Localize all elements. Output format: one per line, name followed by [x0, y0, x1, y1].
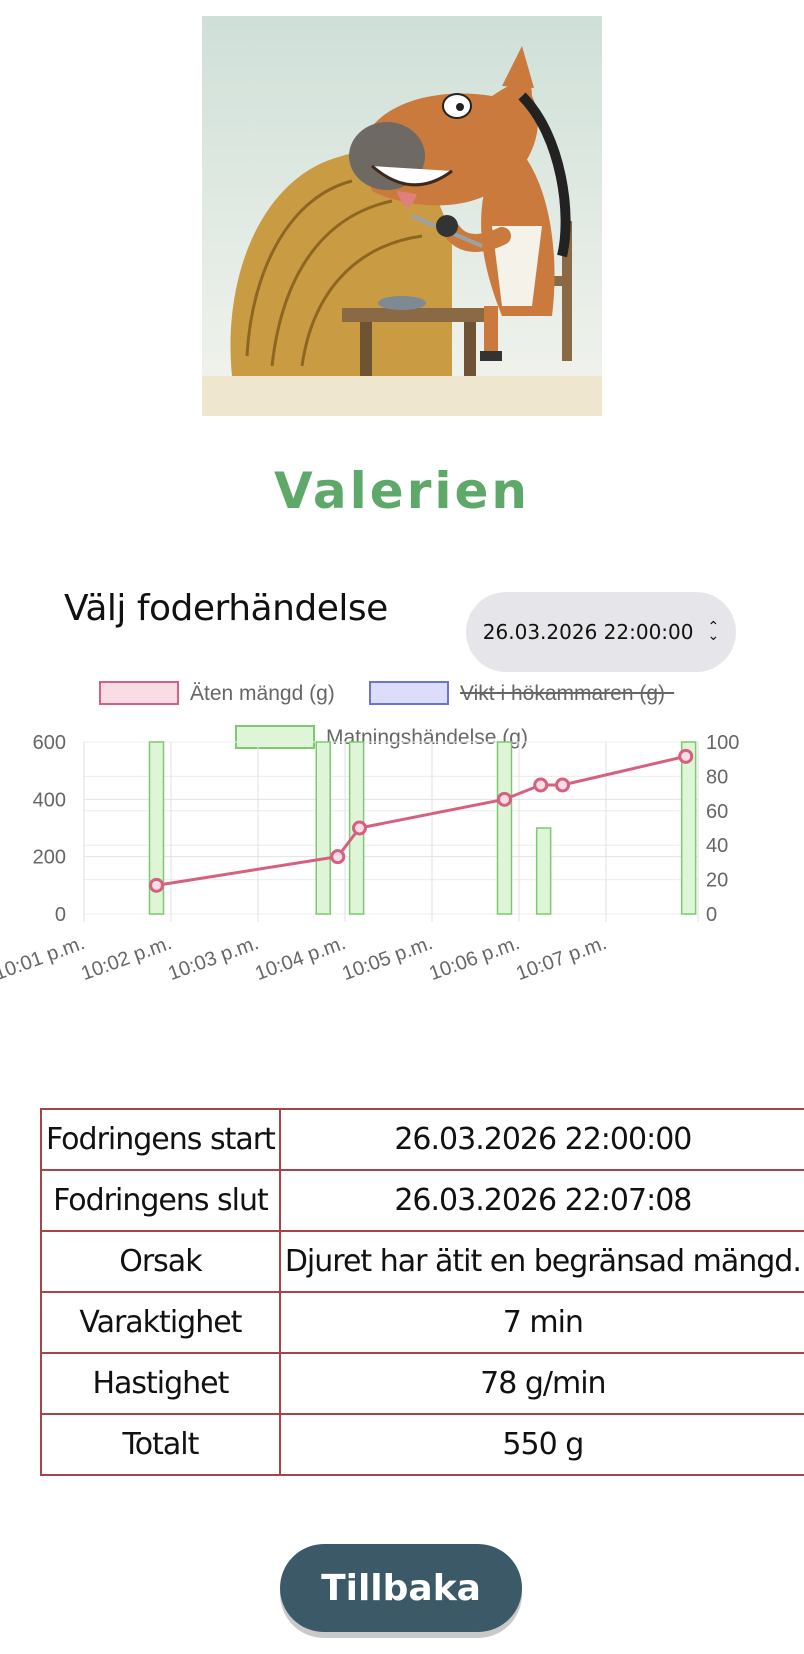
details-key: Orsak [40, 1230, 281, 1293]
details-row: Fodringens slut 26.03.2026 22:07:08 [40, 1169, 804, 1232]
y-right-tick: 60 [706, 801, 728, 823]
feeding-event-label: Välj foderhändelse [64, 588, 388, 629]
chevron-updown-icon: ⌃ ⌄ [707, 619, 720, 644]
details-row: Orsak Djuret har ätit en begränsad mängd. [40, 1230, 804, 1293]
legend-label: Äten mängd (g) [190, 682, 335, 705]
details-key: Hastighet [40, 1352, 281, 1415]
x-tick: 10:01 p.m. [0, 932, 88, 985]
point-eaten-amount [330, 849, 346, 865]
x-tick: 10:07 p.m. [513, 932, 609, 985]
bar-feeding-event [680, 741, 697, 915]
point-eaten-amount [555, 777, 570, 793]
bar-feeding-event [496, 741, 513, 915]
x-tick: 10:02 p.m. [78, 932, 174, 985]
details-value: 78 g/min [278, 1352, 804, 1415]
y-left-tick: 600 [33, 732, 66, 754]
legend-swatch [235, 725, 315, 749]
details-key: Varaktighet [40, 1291, 281, 1354]
back-button[interactable]: Tillbaka [280, 1544, 522, 1632]
feeding-event-select-value: 26.03.2026 22:00:00 [482, 620, 694, 644]
details-row: Varaktighet 7 min [40, 1291, 804, 1354]
details-key: Totalt [40, 1413, 281, 1476]
point-eaten-amount [352, 820, 367, 836]
feeding-details-table: Fodringens start 26.03.2026 22:00:00 Fodri… [40, 1108, 804, 1476]
feeding-chart: Äten mängd (g) Vikt i hökammaren (g) Matni… [0, 676, 804, 1056]
point-eaten-amount [678, 748, 694, 764]
details-value: 26.03.2026 22:00:00 [278, 1108, 804, 1171]
y-left-tick: 0 [55, 904, 66, 926]
y-right-tick: 0 [706, 904, 717, 926]
details-value: Djuret har ätit en begränsad mängd. [278, 1230, 804, 1293]
details-row: Totalt 550 g [40, 1413, 804, 1476]
legend-swatch [369, 681, 449, 705]
details-key: Fodringens start [40, 1108, 281, 1171]
details-value: 7 min [278, 1291, 804, 1354]
point-eaten-amount [533, 777, 549, 793]
legend-swatch [99, 681, 179, 705]
feeding-event-select[interactable]: 26.03.2026 22:00:00 ⌃ ⌄ [466, 592, 736, 672]
y-right-tick: 40 [706, 835, 728, 857]
details-row: Fodringens start 26.03.2026 22:00:00 [40, 1108, 804, 1171]
details-row: Hastighet 78 g/min [40, 1352, 804, 1415]
y-right-tick: 20 [706, 870, 728, 892]
bar-feeding-event [535, 827, 552, 915]
x-tick: 10:05 p.m. [339, 932, 435, 985]
x-tick: 10:03 p.m. [165, 932, 261, 985]
y-left-tick: 200 [33, 847, 66, 869]
y-left-tick: 400 [33, 789, 66, 811]
y-right-tick: 100 [706, 732, 739, 754]
details-key: Fodringens slut [40, 1169, 281, 1232]
bar-feeding-event [315, 741, 331, 915]
details-value: 550 g [278, 1413, 804, 1476]
point-eaten-amount [149, 877, 164, 893]
x-tick: 10:06 p.m. [426, 932, 522, 985]
feeding-chart-svg: Äten mängd (g) Vikt i hökammaren (g)Matni… [0, 681, 739, 985]
details-value: 26.03.2026 22:07:08 [278, 1169, 804, 1232]
animal-photo [202, 16, 602, 416]
x-tick: 10:04 p.m. [252, 932, 348, 985]
point-eaten-amount [497, 791, 512, 807]
y-right-tick: 80 [706, 766, 728, 788]
animal-name: Valerien [273, 462, 531, 520]
